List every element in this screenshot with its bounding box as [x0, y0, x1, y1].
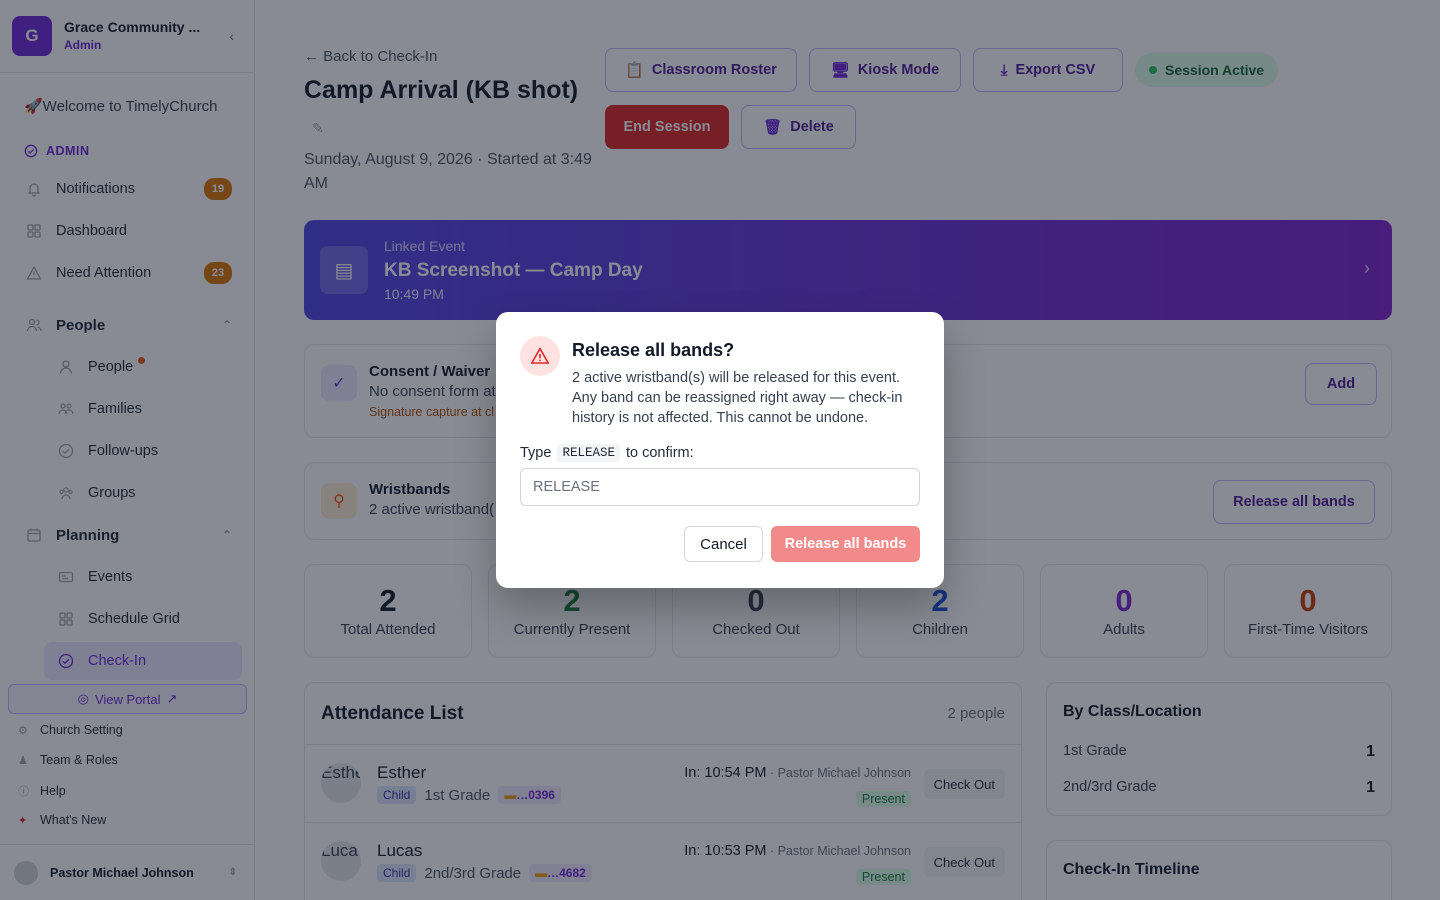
confirm-code: RELEASE — [557, 444, 620, 462]
warning-icon — [520, 336, 560, 376]
confirm-release-button[interactable]: Release all bands — [771, 526, 920, 562]
confirm-label-suffix: to confirm: — [625, 445, 694, 461]
release-bands-dialog: Release all bands? 2 active wristband(s)… — [496, 312, 944, 588]
cancel-button[interactable]: Cancel — [684, 526, 763, 562]
confirm-label: Type RELEASE to confirm: — [520, 444, 694, 462]
confirm-label-prefix: Type — [520, 445, 552, 461]
dialog-body: 2 active wristband(s) will be released f… — [572, 370, 903, 426]
confirm-input[interactable] — [520, 468, 920, 506]
dialog-title: Release all bands? — [572, 340, 735, 360]
